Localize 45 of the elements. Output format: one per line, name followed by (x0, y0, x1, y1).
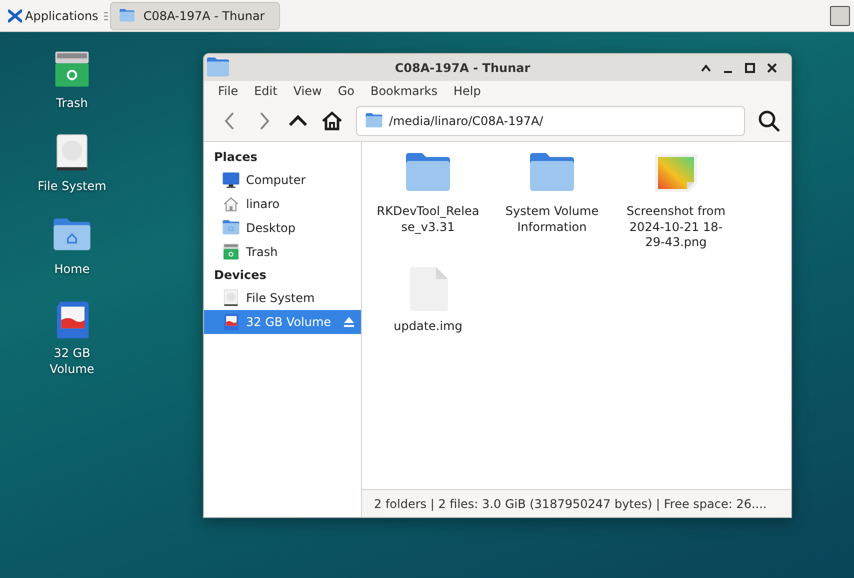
sidebar-heading: Places (213, 149, 258, 166)
sidebar-heading: Devices (213, 267, 268, 284)
eject-icon[interactable] (343, 316, 355, 328)
location-field[interactable]: /media/linaro/C08A-197A/ (389, 112, 736, 130)
applications-menu-button[interactable]: Applications (4, 4, 102, 26)
file-name: RKDevTool_Release_v3.31 (376, 204, 480, 236)
status-bar: 2 folders | 2 files: 3.0 GiB (3187950247 bytes) | Free space: 26.... (362, 489, 791, 517)
house-icon (222, 195, 240, 213)
sidebar-item[interactable]: 32 GB Volume (204, 310, 361, 334)
sidebar-item[interactable]: Computer (204, 168, 361, 192)
computer-icon (222, 171, 240, 189)
desktop-icon-label: Home (53, 261, 91, 278)
sd-card-icon (222, 313, 240, 331)
file-name: update.img (392, 318, 464, 334)
menu-item[interactable]: File (212, 82, 244, 100)
file-name: Screenshot from 2024-10-21 18-29-43.png (626, 204, 726, 251)
desktop-icon-label: File System (36, 178, 108, 194)
handle-icon (104, 10, 108, 20)
sidebar-item[interactable]: Trash (204, 240, 361, 264)
xfce-icon (8, 8, 22, 22)
show-desktop-button[interactable] (830, 6, 850, 26)
menu-item[interactable]: Edit (248, 82, 284, 100)
desktop-folder-icon (222, 219, 240, 237)
search-icon[interactable] (757, 109, 781, 133)
menu-item[interactable]: View (287, 82, 328, 100)
file-name: System Volume Information (504, 204, 600, 236)
home-icon[interactable] (320, 109, 344, 133)
sidebar-item[interactable]: linaro (204, 192, 361, 216)
sidebar-item[interactable]: File System (204, 286, 361, 310)
desktop-icon-label: 32 GB Volume (48, 344, 96, 377)
drive-icon (222, 289, 240, 307)
trash-icon (222, 243, 240, 261)
sidebar-item[interactable]: Desktop (204, 216, 361, 240)
close-icon[interactable] (765, 60, 779, 74)
menu-item[interactable]: Bookmarks (364, 82, 444, 100)
maximize-icon[interactable] (743, 60, 757, 74)
folder-icon (365, 112, 383, 130)
window-title: C08A-197A - Thunar (394, 60, 532, 76)
menu-item[interactable]: Go (332, 82, 360, 100)
desktop-icon-label: Trash (55, 95, 89, 112)
location-bar[interactable]: /media/linaro/C08A-197A/ (356, 106, 745, 136)
menu-item[interactable]: Help (448, 82, 487, 100)
taskbar-button[interactable]: C08A-197A - Thunar (110, 2, 280, 30)
folder-icon[interactable] (206, 56, 230, 80)
folder-icon (119, 8, 136, 24)
